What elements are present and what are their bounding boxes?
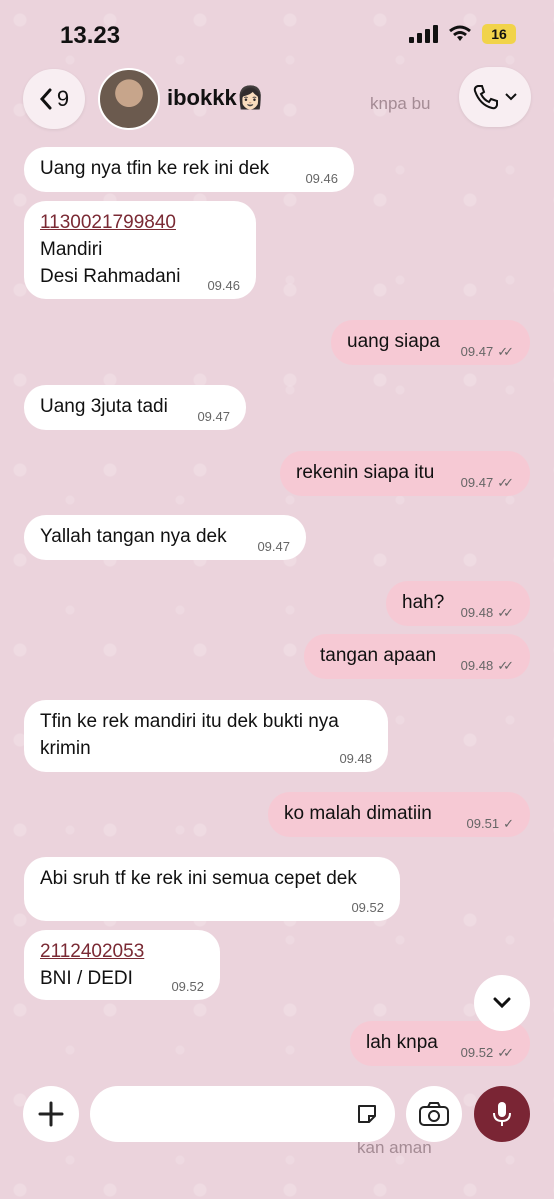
read-receipt-icon: ✓✓ bbox=[497, 344, 514, 359]
message-time: 09.47 ✓✓ bbox=[461, 345, 514, 359]
message-text: Tfin ke rek mandiri itu dek bukti nya bbox=[40, 711, 339, 732]
status-time: 13.23 bbox=[60, 22, 121, 49]
contact-name[interactable]: ibokkk👩🏻 bbox=[167, 85, 264, 111]
read-receipt-icon: ✓✓ bbox=[497, 605, 514, 620]
read-receipt-icon: ✓✓ bbox=[497, 1045, 514, 1060]
avatar[interactable] bbox=[98, 68, 160, 130]
message-time: 09.52 bbox=[171, 979, 204, 994]
message-bubble[interactable]: rekenin siapa itu 09.47 ✓✓ bbox=[280, 451, 530, 496]
message-bubble[interactable]: Uang 3juta tadi 09.47 bbox=[24, 385, 246, 430]
scroll-to-bottom-button[interactable] bbox=[474, 975, 530, 1031]
message-time: 09.48 bbox=[339, 751, 372, 766]
message-text: Uang nya tfin ke rek ini dek bbox=[40, 158, 270, 179]
message-text: rekenin siapa itu bbox=[296, 462, 435, 483]
sent-tick-icon: ✓ bbox=[503, 816, 514, 831]
message-text: Abi sruh tf ke rek ini semua cepet dek bbox=[40, 868, 357, 889]
message-list: Uang nya tfin ke rek ini dek 09.46 11300… bbox=[0, 0, 554, 1199]
call-button[interactable] bbox=[459, 67, 531, 127]
message-bubble[interactable]: 1130021799840 Mandiri Desi Rahmadani 09.… bbox=[24, 201, 256, 299]
signal-icon bbox=[409, 25, 438, 43]
attach-button[interactable] bbox=[23, 1086, 79, 1142]
status-icons: 16 bbox=[409, 24, 516, 44]
voice-record-button[interactable] bbox=[474, 1086, 530, 1142]
wifi-icon bbox=[449, 25, 471, 41]
plus-icon bbox=[38, 1101, 64, 1127]
message-bubble[interactable]: Abi sruh tf ke rek ini semua cepet dek 0… bbox=[24, 857, 400, 921]
message-time: 09.52 bbox=[351, 900, 384, 915]
message-time: 09.46 bbox=[305, 171, 338, 186]
chevron-left-icon bbox=[39, 88, 52, 110]
read-receipt-icon: ✓✓ bbox=[497, 658, 514, 673]
back-button[interactable]: 9 bbox=[23, 69, 85, 129]
message-time: 09.52 ✓✓ bbox=[461, 1046, 514, 1060]
message-text: Yallah tangan nya dek bbox=[40, 526, 227, 547]
sticker-icon[interactable] bbox=[355, 1102, 379, 1126]
account-number-link[interactable]: 1130021799840 bbox=[40, 209, 240, 236]
message-time: 09.47 bbox=[197, 409, 230, 424]
camera-button[interactable] bbox=[406, 1086, 462, 1142]
message-bubble[interactable]: tangan apaan 09.48 ✓✓ bbox=[304, 634, 530, 679]
message-time: 09.47 bbox=[257, 539, 290, 554]
message-time: 09.48 ✓✓ bbox=[461, 659, 514, 673]
phone-icon bbox=[473, 85, 498, 110]
message-text: Mandiri bbox=[40, 239, 103, 260]
message-time: 09.46 bbox=[207, 278, 240, 293]
chat-header: 9 ibokkk👩🏻 bbox=[0, 66, 554, 132]
message-text: Uang 3juta tadi bbox=[40, 396, 168, 417]
message-text: ko malah dimatiin bbox=[284, 803, 432, 824]
message-bubble[interactable]: Uang nya tfin ke rek ini dek 09.46 bbox=[24, 147, 354, 192]
message-bubble[interactable]: ko malah dimatiin 09.51 ✓ bbox=[268, 792, 530, 837]
chevron-down-icon bbox=[493, 997, 511, 1009]
message-time: 09.47 ✓✓ bbox=[461, 476, 514, 490]
message-time: 09.51 ✓ bbox=[467, 817, 514, 831]
message-text: lah knpa bbox=[366, 1032, 438, 1053]
status-bar: 13.23 16 bbox=[0, 0, 554, 70]
chevron-down-icon bbox=[505, 93, 517, 101]
message-bubble[interactable]: hah? 09.48 ✓✓ bbox=[386, 581, 530, 626]
unread-count: 9 bbox=[56, 86, 70, 111]
message-bubble[interactable]: uang siapa 09.47 ✓✓ bbox=[331, 320, 530, 365]
mic-icon bbox=[493, 1102, 511, 1126]
composer-bar bbox=[0, 1082, 554, 1152]
message-text: tangan apaan bbox=[320, 645, 437, 666]
message-bubble[interactable]: Tfin ke rek mandiri itu dek bukti nya kr… bbox=[24, 700, 388, 772]
message-text: uang siapa bbox=[347, 331, 440, 352]
message-text: hah? bbox=[402, 592, 445, 613]
message-time: 09.48 ✓✓ bbox=[461, 606, 514, 620]
battery-indicator: 16 bbox=[482, 24, 516, 44]
account-number-link[interactable]: 2112402053 bbox=[40, 938, 204, 965]
read-receipt-icon: ✓✓ bbox=[497, 475, 514, 490]
message-text: krimin bbox=[40, 738, 91, 759]
message-bubble[interactable]: 2112402053 BNI / DEDI 09.52 bbox=[24, 930, 220, 1000]
message-input[interactable] bbox=[90, 1086, 395, 1142]
message-bubble[interactable]: Yallah tangan nya dek 09.47 bbox=[24, 515, 306, 560]
camera-icon bbox=[419, 1102, 449, 1126]
